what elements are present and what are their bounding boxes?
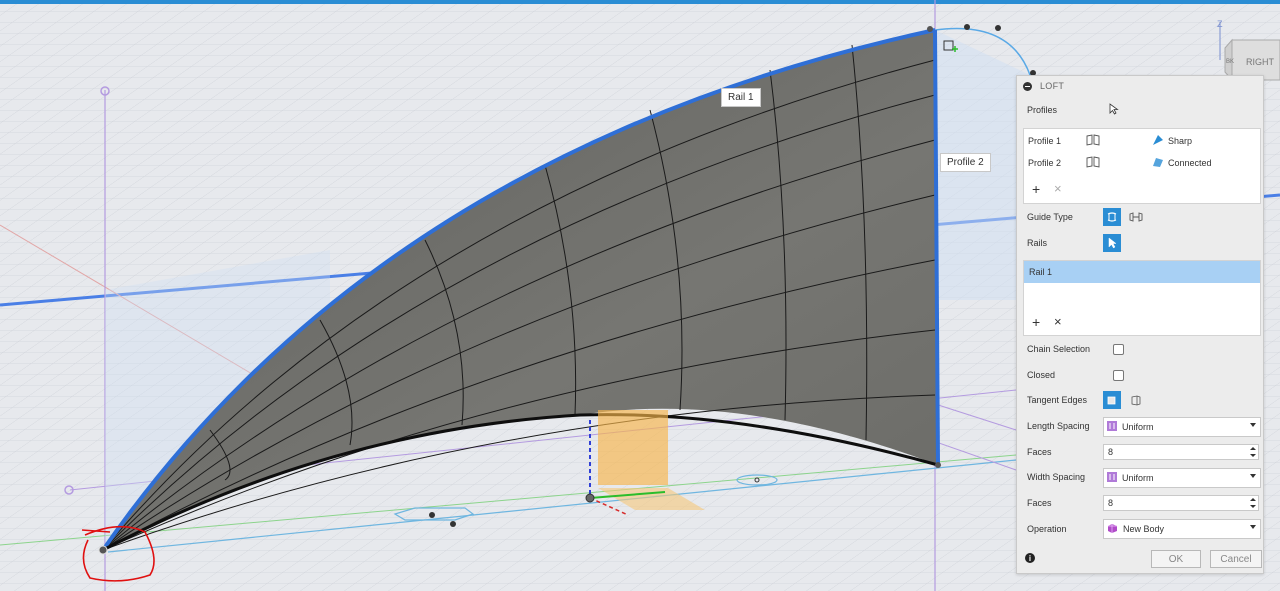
profile2-label-tag: Profile 2 (940, 153, 991, 172)
closed-label: Closed (1027, 370, 1056, 380)
rail-row[interactable]: Rail 1 (1024, 261, 1260, 283)
profile-row[interactable]: Profile 1 Sharp (1028, 132, 1256, 150)
profile-tangency-icon[interactable] (1086, 156, 1152, 170)
collapse-icon[interactable] (1023, 81, 1032, 91)
panel-title: LOFT (1040, 81, 1065, 91)
info-icon[interactable]: i (1025, 553, 1035, 563)
rail-name: Rail 1 (1029, 267, 1053, 277)
profile-condition[interactable]: Connected (1168, 158, 1212, 168)
length-faces-input[interactable]: 8 (1103, 444, 1259, 460)
uniform-icon (1107, 421, 1117, 433)
profile-condition[interactable]: Sharp (1168, 136, 1192, 146)
ok-button[interactable]: OK (1151, 550, 1201, 568)
guide-type-label: Guide Type (1027, 212, 1073, 222)
chain-selection-label: Chain Selection (1027, 344, 1091, 354)
length-faces-label: Faces (1027, 447, 1052, 457)
length-spacing-dropdown[interactable]: Uniform (1103, 417, 1261, 437)
add-rail-button[interactable]: + (1032, 314, 1040, 330)
width-spacing-value: Uniform (1122, 473, 1154, 483)
remove-rail-button[interactable]: × (1054, 314, 1062, 329)
profile-tangency-icon[interactable] (1086, 134, 1152, 148)
width-faces-label: Faces (1027, 498, 1052, 508)
chain-selection-checkbox[interactable] (1113, 343, 1124, 355)
rails-list: Rail 1 + × (1023, 260, 1261, 336)
profile-name: Profile 1 (1028, 136, 1062, 146)
length-spacing-value: Uniform (1122, 422, 1154, 432)
uniform-icon (1107, 472, 1117, 484)
cancel-button[interactable]: Cancel (1210, 550, 1262, 568)
closed-checkbox[interactable] (1113, 369, 1124, 381)
length-faces-value: 8 (1108, 447, 1114, 457)
profile-name: Profile 2 (1028, 158, 1062, 168)
loft-panel: LOFT Profiles Profile 1 Sharp Profile 2 (1016, 75, 1264, 574)
operation-dropdown[interactable]: New Body (1103, 519, 1261, 539)
rails-label: Rails (1027, 238, 1048, 248)
rail-label-tag: Rail 1 (721, 88, 761, 107)
profiles-list: Profile 1 Sharp Profile 2 Connected + × (1023, 128, 1261, 204)
width-faces-value: 8 (1108, 498, 1114, 508)
rails-guide-icon[interactable] (1103, 208, 1121, 226)
width-faces-input[interactable]: 8 (1103, 495, 1259, 511)
operation-label: Operation (1027, 524, 1067, 534)
width-spacing-dropdown[interactable]: Uniform (1103, 468, 1261, 488)
panel-header[interactable]: LOFT (1017, 76, 1263, 96)
width-spacing-label: Width Spacing (1027, 472, 1086, 482)
length-spacing-label: Length Spacing (1027, 421, 1090, 431)
merge-tangent-edges-icon[interactable] (1103, 391, 1121, 409)
view-cube-face: RIGHT (1246, 57, 1275, 67)
keep-tangent-edges-icon[interactable] (1127, 391, 1145, 409)
operation-value: New Body (1123, 524, 1165, 534)
axis-z-label: Z (1217, 19, 1223, 29)
profiles-select-cursor-icon[interactable] (1109, 103, 1119, 117)
view-cube-back: BK (1226, 59, 1234, 65)
tangent-edges-label: Tangent Edges (1027, 395, 1088, 405)
profile-row[interactable]: Profile 2 Connected (1028, 154, 1256, 172)
remove-profile-button[interactable]: × (1054, 181, 1062, 196)
profiles-label: Profiles (1027, 105, 1058, 115)
new-body-icon (1107, 523, 1118, 536)
rails-select-cursor-icon[interactable] (1103, 234, 1121, 252)
add-profile-button[interactable]: + (1032, 181, 1040, 197)
connected-condition-icon[interactable] (1152, 156, 1168, 170)
centerline-guide-icon[interactable] (1127, 208, 1145, 226)
sharp-condition-icon[interactable] (1152, 134, 1168, 148)
